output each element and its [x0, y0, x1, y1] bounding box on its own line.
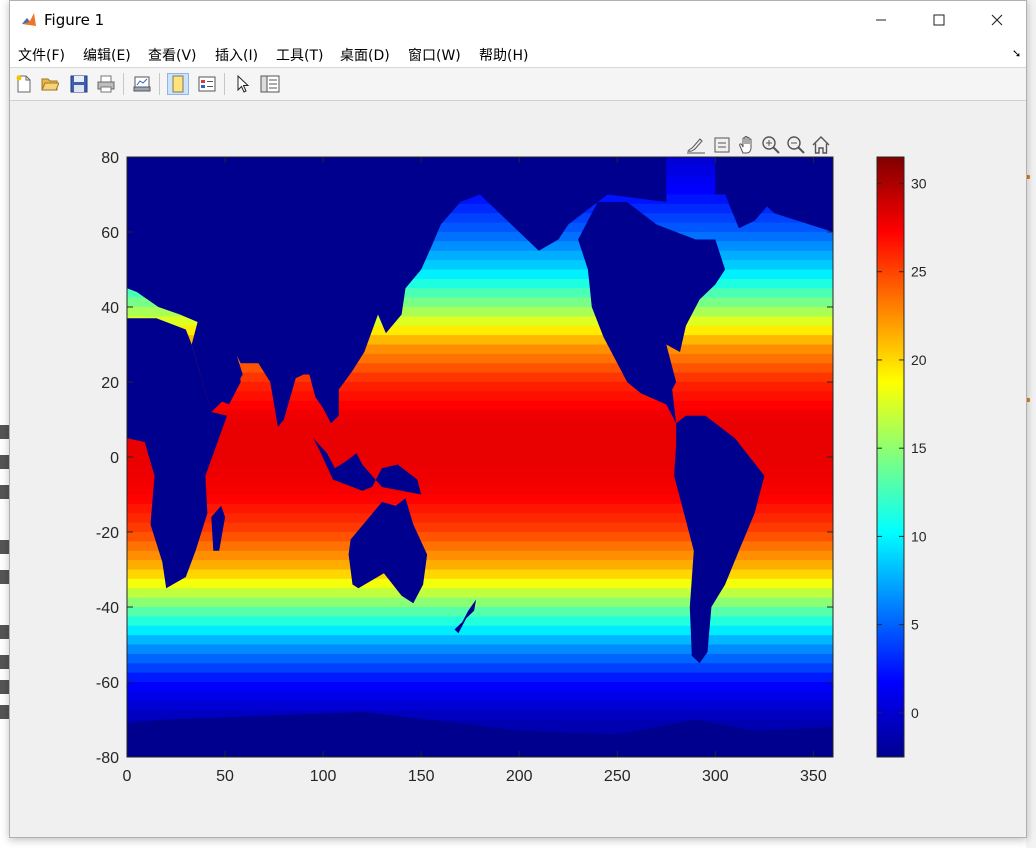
heatmap-band [127, 607, 833, 617]
heatmap-band [127, 682, 833, 692]
heatmap-band [127, 691, 833, 702]
y-tick-label: 20 [101, 375, 119, 392]
heatmap-band [127, 635, 833, 646]
colorbar-tick-label: 0 [911, 705, 919, 721]
heatmap-band [127, 653, 833, 664]
heatmap-band [127, 578, 833, 589]
x-tick-label: 150 [408, 768, 435, 785]
colorbar-tick-label: 20 [911, 352, 927, 368]
y-tick-label: -80 [96, 750, 119, 767]
y-tick-label: 0 [110, 450, 119, 467]
y-tick-label: -60 [96, 675, 119, 692]
colorbar[interactable] [876, 156, 905, 758]
colorbar-tick-label: 15 [911, 440, 927, 456]
colorbar-tick-label: 10 [911, 528, 927, 544]
x-tick-label: 100 [310, 768, 337, 785]
y-tick-label: -20 [96, 525, 119, 542]
figure-canvas: 0 50 100 150 200 250 300 350 806040200-20-40-60… [96, 150, 927, 785]
x-tick-label: 200 [506, 768, 533, 785]
y-tick-label: 80 [101, 150, 119, 167]
heatmap-band [127, 410, 833, 421]
heatmap-band [127, 419, 833, 430]
x-tick-label: 250 [604, 768, 631, 785]
heatmap-band [127, 700, 833, 711]
colorbar-tick-label: 25 [911, 264, 927, 280]
y-tick-label: 40 [101, 300, 119, 317]
colorbar-tick-label: 30 [911, 175, 927, 191]
x-tick-label: 300 [702, 768, 729, 785]
y-tick-label: -40 [96, 600, 119, 617]
colorbar-tick-label: 5 [911, 617, 919, 633]
heatmap-band [127, 400, 833, 411]
heatmap-band [127, 663, 833, 674]
heatmap-band [127, 625, 833, 636]
x-tick-label: 0 [123, 768, 132, 785]
heatmap-band [127, 597, 833, 608]
heatmap-band [127, 644, 833, 655]
heatmap-band [127, 616, 833, 627]
heatmap-band [127, 672, 833, 683]
y-tick-label: 60 [101, 225, 119, 242]
x-tick-label: 350 [800, 768, 827, 785]
x-tick-label: 50 [216, 768, 234, 785]
heatmap-band [127, 588, 833, 599]
